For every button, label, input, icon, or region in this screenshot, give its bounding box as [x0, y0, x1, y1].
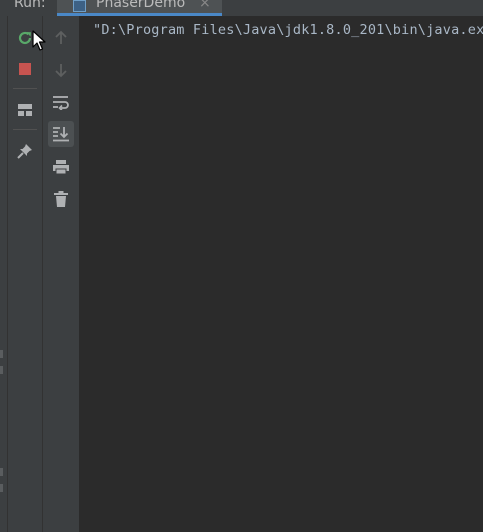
pin-button[interactable]: [12, 138, 38, 164]
stop-icon: [19, 63, 31, 75]
arrow-up-icon: [55, 30, 67, 44]
edge-marker: [0, 366, 3, 374]
layout-icon: [18, 104, 32, 116]
close-icon[interactable]: ×: [199, 0, 211, 11]
tab-phaser-demo[interactable]: PhaserDemo ×: [57, 0, 222, 16]
soft-wrap-button[interactable]: [48, 89, 74, 115]
rerun-button[interactable]: [12, 25, 38, 51]
secondary-toolbar: [43, 16, 80, 532]
pin-icon: [17, 144, 32, 159]
toolbar-separator: [13, 129, 37, 130]
scroll-to-end-button[interactable]: [48, 121, 74, 147]
console-line: "D:\Program Files\Java\jdk1.8.0_201\bin\…: [93, 22, 483, 38]
print-icon: [53, 160, 69, 175]
arrow-down-icon: [55, 64, 67, 78]
scroll-to-end-icon: [53, 127, 69, 142]
clear-all-button[interactable]: [48, 186, 74, 212]
print-button[interactable]: [48, 154, 74, 180]
next-occurrence-button[interactable]: [48, 57, 74, 83]
primary-toolbar: [8, 16, 43, 532]
run-label: Run:: [14, 0, 46, 11]
edge-marker: [0, 468, 3, 476]
run-tool-window-header: Run: PhaserDemo ×: [0, 0, 483, 16]
application-icon: [73, 0, 86, 12]
rerun-icon: [18, 31, 32, 45]
toolbar-separator: [13, 88, 37, 89]
edge-marker: [0, 484, 3, 492]
stop-button[interactable]: [12, 56, 38, 82]
console-output[interactable]: "D:\Program Files\Java\jdk1.8.0_201\bin\…: [80, 16, 483, 532]
trash-icon: [54, 191, 68, 207]
tab-label: PhaserDemo: [96, 0, 186, 11]
edge-marker: [0, 350, 3, 358]
run-tool-window: Run: PhaserDemo × "D:\Program Files\Java…: [0, 0, 483, 532]
left-edge-strip: [0, 16, 8, 532]
soft-wrap-icon: [53, 96, 69, 110]
previous-occurrence-button[interactable]: [48, 25, 74, 51]
layout-button[interactable]: [12, 97, 38, 123]
